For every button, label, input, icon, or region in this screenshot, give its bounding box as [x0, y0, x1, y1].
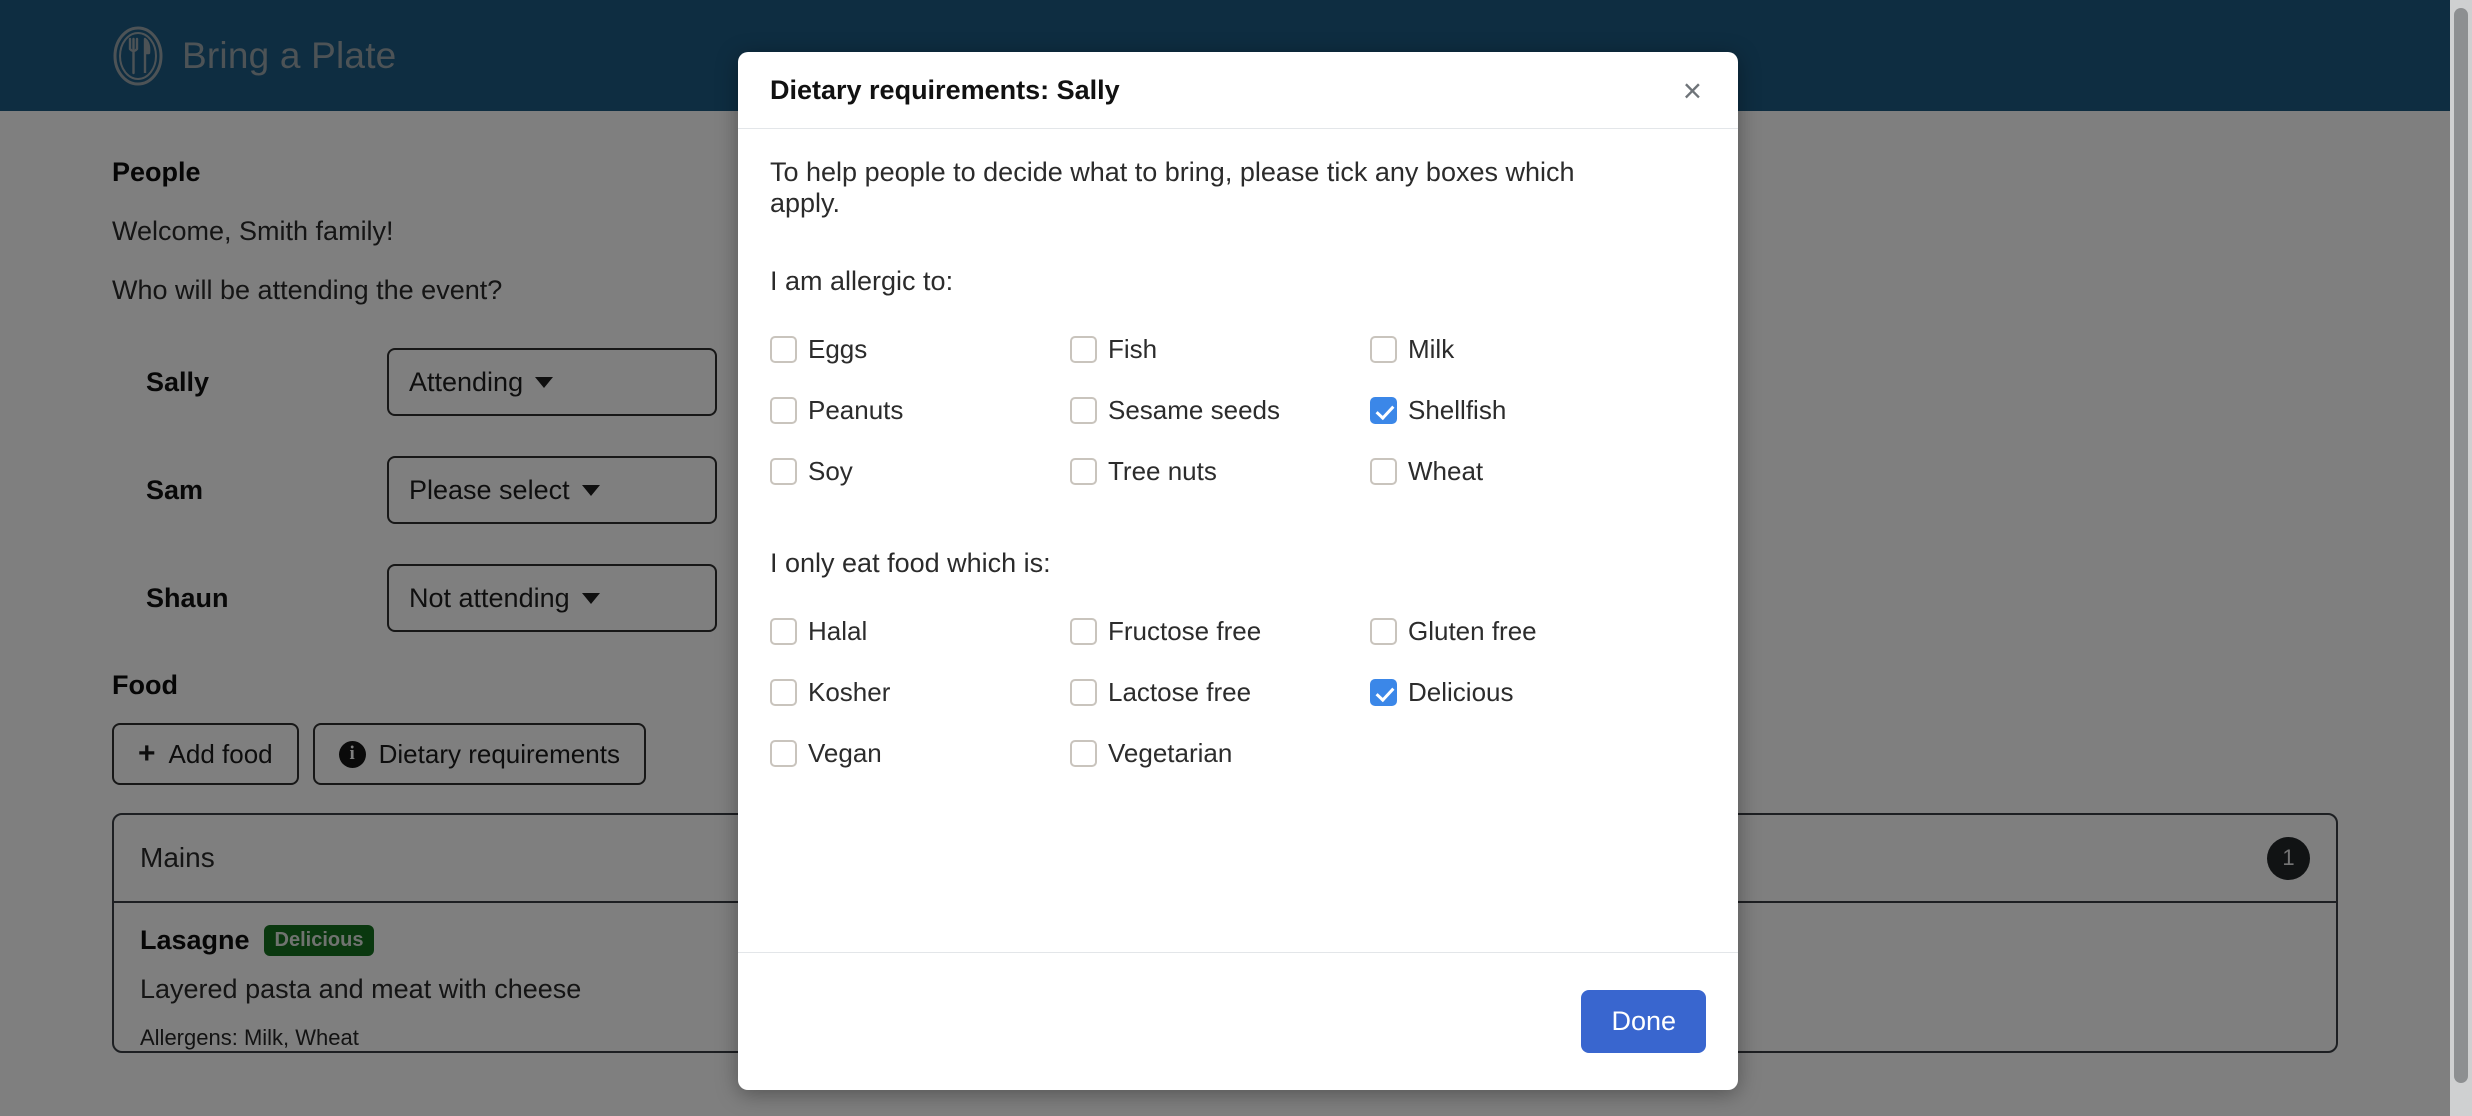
checkbox-label: Fructose free	[1108, 615, 1262, 646]
allergy-option-tree-nuts[interactable]: Tree nuts	[1070, 441, 1370, 502]
modal-header: Dietary requirements: Sally ×	[738, 52, 1738, 129]
diet-option-kosher[interactable]: Kosher	[770, 662, 1070, 723]
diet-option-fructose-free[interactable]: Fructose free	[1070, 601, 1370, 662]
diet-option-halal[interactable]: Halal	[770, 601, 1070, 662]
checkbox-unchecked-icon[interactable]	[1070, 396, 1097, 424]
checkbox-label: Fish	[1108, 333, 1158, 364]
checkbox-unchecked-icon[interactable]	[1370, 457, 1397, 485]
diet-group-label: I only eat food which is:	[770, 547, 1051, 578]
checkbox-label: Tree nuts	[1108, 455, 1217, 486]
checkbox-label: Delicious	[1408, 676, 1514, 707]
allergy-group-label: I am allergic to:	[770, 265, 954, 296]
allergy-option-eggs[interactable]: Eggs	[770, 319, 1070, 380]
checkbox-unchecked-icon[interactable]	[770, 396, 797, 424]
checkbox-unchecked-icon[interactable]	[1070, 617, 1097, 645]
checkbox-label: Wheat	[1408, 455, 1484, 486]
checkbox-label: Gluten free	[1408, 615, 1537, 646]
allergy-option-sesame-seeds[interactable]: Sesame seeds	[1070, 380, 1370, 441]
checkbox-label: Lactose free	[1108, 676, 1252, 707]
vertical-scrollbar[interactable]	[2450, 0, 2472, 1116]
diet-checkbox-grid: Halal Fructose free Gluten free Kosher Lacto…	[770, 601, 1706, 784]
diet-option-gluten-free[interactable]: Gluten free	[1370, 601, 1670, 662]
checkbox-unchecked-icon[interactable]	[770, 739, 797, 767]
diet-option-vegan[interactable]: Vegan	[770, 723, 1070, 784]
allergy-option-peanuts[interactable]: Peanuts	[770, 380, 1070, 441]
modal-intro-text: To help people to decide what to bring, …	[770, 157, 1575, 219]
dietary-requirements-modal: Dietary requirements: Sally × To help pe…	[738, 52, 1738, 1090]
allergy-option-fish[interactable]: Fish	[1070, 319, 1370, 380]
checkbox-label: Vegan	[808, 737, 882, 768]
checkbox-label: Vegetarian	[1108, 737, 1233, 768]
checkbox-unchecked-icon[interactable]	[1370, 617, 1397, 645]
allergy-option-wheat[interactable]: Wheat	[1370, 441, 1670, 502]
diet-option-vegetarian[interactable]: Vegetarian	[1070, 723, 1370, 784]
checkbox-label: Kosher	[808, 676, 891, 707]
done-button[interactable]: Done	[1581, 990, 1706, 1053]
checkbox-unchecked-icon[interactable]	[1070, 457, 1097, 485]
checkbox-unchecked-icon[interactable]	[1070, 335, 1097, 363]
allergy-option-milk[interactable]: Milk	[1370, 319, 1670, 380]
diet-option-delicious[interactable]: Delicious	[1370, 662, 1670, 723]
checkbox-unchecked-icon[interactable]	[770, 457, 797, 485]
checkbox-unchecked-icon[interactable]	[1070, 739, 1097, 767]
diet-option-lactose-free[interactable]: Lactose free	[1070, 662, 1370, 723]
checkbox-unchecked-icon[interactable]	[770, 335, 797, 363]
checkbox-label: Milk	[1408, 333, 1455, 364]
allergy-checkbox-grid: Eggs Fish Milk Peanuts Sesame seeds Shellfish…	[770, 319, 1706, 502]
checkbox-label: Peanuts	[808, 394, 904, 425]
checkbox-unchecked-icon[interactable]	[1070, 678, 1097, 706]
checkbox-unchecked-icon[interactable]	[770, 617, 797, 645]
checkbox-checked-icon[interactable]	[1370, 396, 1397, 424]
checkbox-label: Eggs	[808, 333, 868, 364]
modal-body: To help people to decide what to bring, …	[738, 129, 1738, 952]
allergy-option-shellfish[interactable]: Shellfish	[1370, 380, 1670, 441]
close-icon[interactable]: ×	[1679, 74, 1706, 107]
checkbox-label: Soy	[808, 455, 853, 486]
scrollbar-thumb[interactable]	[2454, 8, 2468, 1083]
checkbox-label: Halal	[808, 615, 868, 646]
modal-footer: Done	[738, 952, 1738, 1090]
checkbox-unchecked-icon[interactable]	[1370, 335, 1397, 363]
checkbox-checked-icon[interactable]	[1370, 678, 1397, 706]
modal-title: Dietary requirements: Sally	[770, 74, 1120, 105]
allergy-option-soy[interactable]: Soy	[770, 441, 1070, 502]
checkbox-label: Shellfish	[1408, 394, 1507, 425]
checkbox-unchecked-icon[interactable]	[770, 678, 797, 706]
checkbox-label: Sesame seeds	[1108, 394, 1280, 425]
